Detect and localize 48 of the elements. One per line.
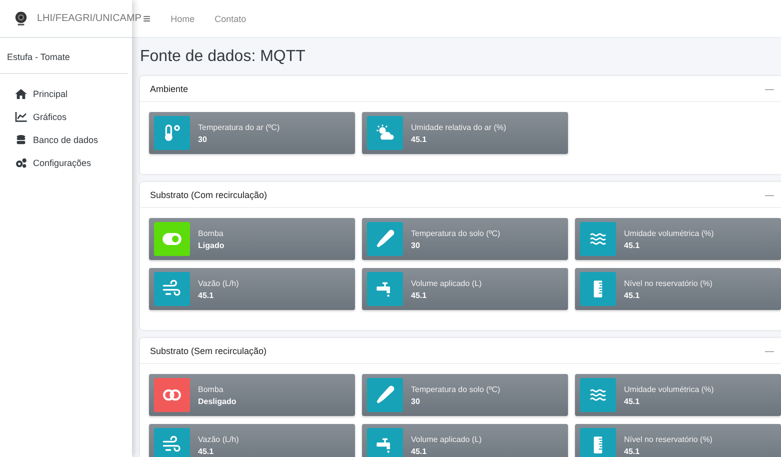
sidebar-item[interactable]: Banco de dados [0,128,132,151]
sidebar-item[interactable]: Gráficos [0,105,132,128]
info-value: Ligado [198,240,224,250]
info-label: Temperatura do ar (ºC) [198,122,280,132]
info-label: Nível no reservatório (%) [624,434,712,444]
collapse-button[interactable]: — [765,346,774,356]
info-label: Umidade relativa do ar (%) [411,122,506,132]
info-value: 45.1 [411,290,428,300]
info-value: 30 [411,396,421,406]
info-value: 45.1 [624,396,641,406]
page-title: Fonte de dados: MQTT [140,47,306,67]
brand-name[interactable]: LHI/FEAGRI/UNICAMP [37,13,142,24]
line-chart-icon [15,112,27,122]
sidebar-item[interactable]: Configurações [0,151,132,174]
info-value: 45.1 [198,290,215,300]
info-value: 45.1 [624,240,641,250]
info-value: 45.1 [624,290,641,300]
info-label: Umidade volumétrica (%) [624,384,714,394]
info-value: 30 [198,134,208,144]
info-value: 30 [411,240,421,250]
collapse-button[interactable]: — [765,190,774,200]
info-value: 45.1 [411,446,428,456]
sidebar-item[interactable]: Principal [0,82,132,105]
info-label: Bomba [198,384,224,394]
info-value: 45.1 [411,134,428,144]
card-title: Substrato (Sem recirculação) [150,346,267,356]
info-label: Vazão (L/h) [198,278,239,288]
info-label: Bomba [198,228,224,238]
card-title: Ambiente [150,84,188,94]
home-icon [15,88,27,98]
database-icon [15,134,27,144]
card-title: Substrato (Com recirculação) [150,190,268,200]
info-label: Volume aplicado (L) [411,434,482,444]
info-label: Volume aplicado (L) [411,278,482,288]
info-label: Vazão (L/h) [198,434,239,444]
info-label: Nível no reservatório (%) [624,278,712,288]
logo-icon [13,10,29,28]
sidebar-subtitle: Estufa - Tomate [0,38,128,74]
nav-link[interactable]: Contato [214,14,246,24]
info-value: 45.1 [198,446,215,456]
nav-link[interactable]: Home [170,14,195,24]
info-value: Desligado [198,396,236,406]
info-label: Temperatura do solo (ºC) [411,384,500,394]
info-label: Temperatura do solo (ºC) [411,228,500,238]
info-value: 45.1 [624,446,641,456]
info-label: Umidade volumétrica (%) [624,228,714,238]
menu-icon[interactable]: ≡ [143,11,151,26]
collapse-button[interactable]: — [765,84,774,94]
